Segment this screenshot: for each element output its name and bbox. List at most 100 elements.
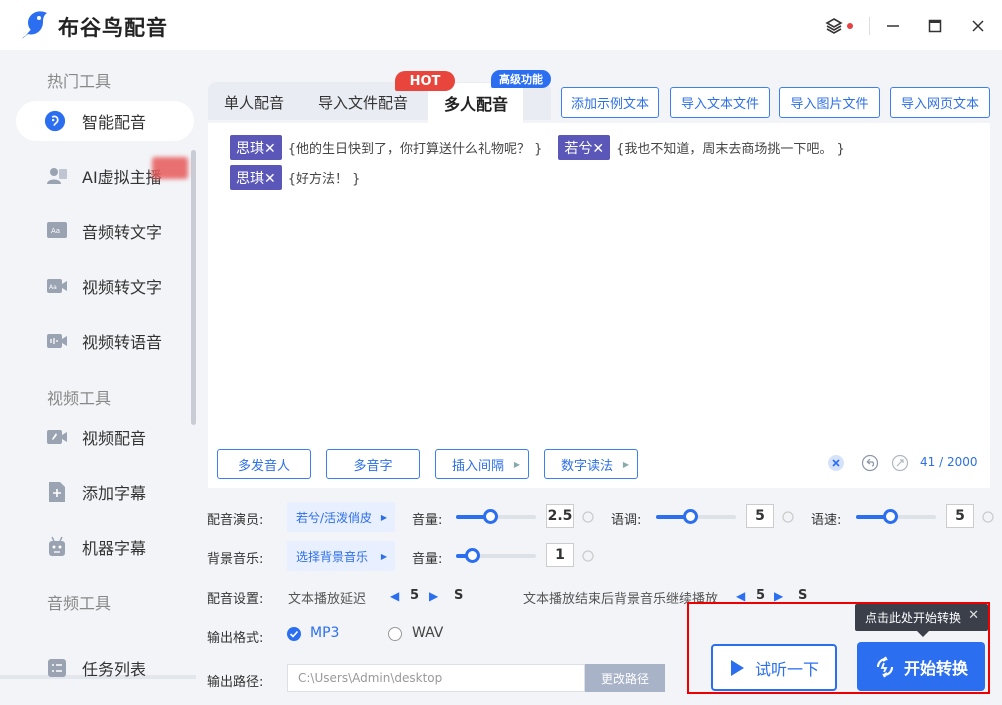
multi-speaker-button[interactable]: 多发音人 [217, 449, 311, 479]
mp3-radio[interactable] [287, 627, 301, 641]
tab-single-dubbing[interactable]: 单人配音 [224, 92, 284, 113]
bg-continue-value: 5 [756, 588, 766, 603]
caret-right-icon: ▶ [513, 459, 520, 469]
pitch-label: 语调: [611, 513, 642, 528]
sidebar-scrollbar[interactable] [191, 150, 196, 425]
avatar-icon [46, 165, 68, 187]
pitch-value[interactable]: 5 [746, 504, 774, 528]
minimize-icon[interactable] [882, 15, 904, 37]
format-label: 输出格式: [207, 631, 264, 646]
app-title: 布谷鸟配音 [58, 16, 168, 40]
tab-import-file-dubbing[interactable]: 导入文件配音 [318, 92, 408, 113]
sidebar-item-smart-dubbing[interactable]: 智能配音 [16, 101, 194, 141]
video-text-icon: Aa [46, 275, 68, 297]
start-convert-button[interactable]: 开始转换 [857, 642, 985, 691]
bgm-select[interactable]: 选择背景音乐 ▶ [287, 541, 395, 571]
wav-label[interactable]: WAV [412, 625, 443, 641]
reset-icon[interactable] [781, 510, 795, 524]
import-web-text-button[interactable]: 导入网页文本 [890, 87, 990, 118]
sidebar-item-label: 任务列表 [82, 660, 147, 679]
change-path-button[interactable]: 更改路径 [585, 664, 665, 692]
video-dub-icon [46, 426, 68, 448]
actor-label: 配音演员: [207, 513, 264, 528]
sidebar-item-video-to-voice[interactable]: 视频转语音 [16, 321, 194, 361]
volume-slider[interactable] [456, 509, 536, 524]
redo-icon[interactable] [891, 454, 909, 472]
play-icon [730, 659, 744, 676]
preview-label: 试听一下 [754, 659, 819, 679]
editor-line: 思琪✕ {好方法！ } [230, 165, 376, 190]
task-list-icon [46, 657, 68, 679]
caret-right-icon: ▶ [622, 459, 629, 469]
sidebar-item-add-subtitle[interactable]: 添加字幕 [16, 472, 194, 512]
audio-text-icon: Aa [46, 220, 68, 242]
pitch-slider[interactable] [656, 509, 736, 524]
close-icon[interactable] [967, 15, 989, 37]
robot-icon [46, 536, 68, 558]
sidebar-item-video-to-text[interactable]: Aa 视频转文字 [16, 266, 194, 306]
convert-icon [876, 656, 894, 677]
sidebar: 热门工具 智能配音 AI虚拟主播 Aa 音频转文字 Aa 视频转文字 视频转语音… [0, 50, 198, 705]
import-image-file-button[interactable]: 导入图片文件 [779, 87, 880, 118]
sidebar-item-label: 视频转语音 [82, 333, 163, 352]
sidebar-item-label: 机器字幕 [82, 539, 147, 558]
actor-select-value: 若兮/活泼俏皮 [296, 510, 373, 525]
undo-icon[interactable] [861, 454, 879, 472]
wav-radio[interactable] [388, 627, 402, 641]
sidebar-item-label: 视频配音 [82, 429, 147, 448]
speed-value[interactable]: 5 [946, 504, 974, 528]
text-editor[interactable]: 思琪✕ {他的生日快到了，你打算送什么礼物呢？ } 若兮✕ {我也不知道，周末去… [208, 123, 990, 488]
subtitle-icon [46, 481, 68, 503]
skin-icon[interactable] [823, 15, 845, 37]
actor-select[interactable]: 若兮/活泼俏皮 ▶ [287, 502, 395, 532]
sidebar-item-label: 添加字幕 [82, 484, 147, 503]
svg-text:Aa: Aa [51, 227, 60, 235]
bgm-volume-value[interactable]: 1 [546, 543, 574, 567]
check-icon [289, 630, 299, 638]
preview-button[interactable]: 试听一下 [711, 644, 837, 691]
start-convert-label: 开始转换 [903, 658, 968, 678]
mp3-label[interactable]: MP3 [310, 625, 339, 641]
bgm-volume-slider[interactable] [456, 548, 536, 563]
speaker-tag[interactable]: 思琪✕ [230, 135, 282, 160]
import-text-file-button[interactable]: 导入文本文件 [670, 87, 770, 118]
speed-slider[interactable] [856, 509, 936, 524]
sidebar-item-video-dubbing[interactable]: 视频配音 [16, 417, 194, 457]
decrease-arrow-icon[interactable]: ◀ [736, 589, 745, 603]
sidebar-item-label: AI虚拟主播 [82, 168, 162, 187]
dub-settings-label: 配音设置: [207, 592, 264, 607]
polyphone-button[interactable]: 多音字 [326, 449, 420, 479]
reset-icon[interactable] [581, 510, 595, 524]
maximize-icon[interactable] [924, 15, 946, 37]
bgm-label: 背景音乐: [207, 552, 264, 567]
insert-pause-button[interactable]: 插入间隔 ▶ [435, 449, 529, 479]
dialogue-text: {我也不知道，周末去商场挑一下吧。 } [616, 142, 845, 157]
editor-line: 思琪✕ {他的生日快到了，你打算送什么礼物呢？ } 若兮✕ {我也不知道，周末去… [230, 135, 861, 160]
speaker-tag[interactable]: 思琪✕ [230, 165, 282, 190]
number-reading-button[interactable]: 数字读法 ▶ [544, 449, 638, 479]
tab-multi-dubbing[interactable]: 多人配音 [444, 91, 508, 115]
new-tag-badge [152, 157, 188, 179]
decrease-arrow-icon[interactable]: ◀ [390, 589, 399, 603]
increase-arrow-icon[interactable]: ▶ [429, 589, 438, 603]
dialogue-text: {好方法！ } [287, 172, 361, 187]
add-example-text-button[interactable]: 添加示例文本 [561, 87, 659, 118]
reset-icon[interactable] [981, 510, 995, 524]
sidebar-item-task-list[interactable]: 任务列表 [16, 648, 194, 688]
reset-icon[interactable] [581, 549, 595, 563]
sidebar-item-audio-to-text[interactable]: Aa 音频转文字 [16, 211, 194, 251]
sidebar-item-machine-subtitle[interactable]: 机器字幕 [16, 527, 194, 567]
start-tooltip: 点击此处开始转换 ✕ [855, 604, 988, 631]
output-path-input[interactable]: C:\Users\Admin\desktop [287, 664, 585, 692]
bgm-select-value: 选择背景音乐 [296, 549, 369, 564]
video-voice-icon [46, 330, 68, 352]
increase-arrow-icon[interactable]: ▶ [774, 589, 783, 603]
speaker-tag[interactable]: 若兮✕ [558, 135, 611, 160]
section-video-tools: 视频工具 [47, 389, 112, 408]
title-bar: 布谷鸟配音 [0, 0, 1002, 50]
volume-value[interactable]: 2.5 [546, 504, 574, 528]
clear-icon[interactable] [827, 454, 845, 472]
tooltip-close-icon[interactable]: ✕ [968, 608, 979, 623]
number-reading-label: 数字读法 [560, 458, 613, 474]
volume-label: 音量: [412, 513, 443, 528]
